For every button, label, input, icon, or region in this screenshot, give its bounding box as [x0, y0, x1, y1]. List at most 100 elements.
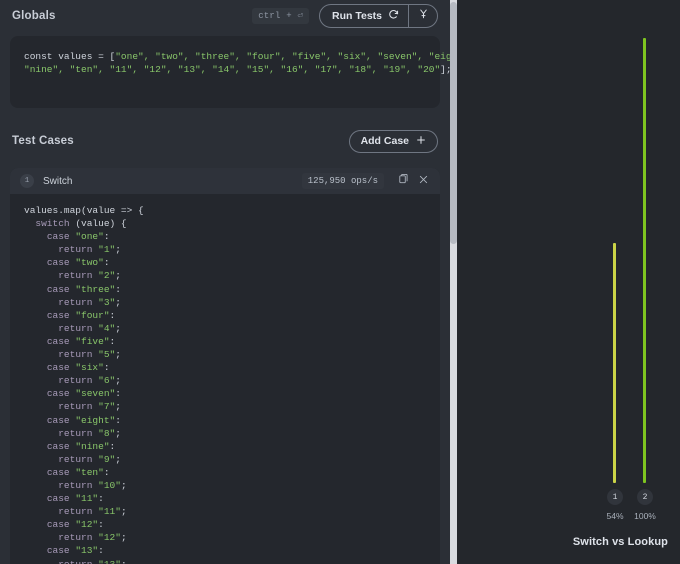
- code-token: :: [115, 388, 121, 400]
- add-case-button[interactable]: Add Case: [348, 129, 438, 153]
- code-token: return: [58, 479, 93, 491]
- code-token: "13": [75, 545, 99, 557]
- code-token: "2": [98, 270, 116, 282]
- test-case-name[interactable]: Switch: [43, 176, 72, 187]
- globals-code[interactable]: const values = ["one", "two", "three", "…: [24, 50, 450, 76]
- benchmark-app: Globals ctrl + ⏎ Run Tests const values …: [0, 0, 680, 564]
- code-token: return: [58, 506, 93, 518]
- code-token: "11": [98, 506, 121, 518]
- code-token: return: [58, 453, 93, 465]
- run-tests-group: Run Tests: [319, 4, 438, 28]
- editor-pane: Globals ctrl + ⏎ Run Tests const values …: [0, 0, 450, 564]
- code-token: :: [103, 466, 110, 478]
- code-token: case: [46, 388, 70, 400]
- code-token: return: [58, 427, 93, 439]
- branch-menu-button[interactable]: [409, 5, 437, 27]
- test-case-code-area[interactable]: values.map(value => { switch (value) { c…: [10, 194, 440, 564]
- delete-test-case-button[interactable]: [414, 172, 432, 190]
- add-case-label: Add Case: [360, 135, 409, 147]
- code-token: case: [46, 440, 70, 452]
- code-token: "1": [98, 244, 116, 256]
- close-icon: [418, 172, 429, 190]
- code-token: ;: [120, 479, 127, 491]
- run-tests-button[interactable]: Run Tests: [320, 5, 408, 27]
- copy-icon: [398, 172, 409, 190]
- code-token: return: [58, 532, 93, 544]
- code-token: "8": [98, 427, 116, 439]
- chart-bar[interactable]: [643, 38, 646, 483]
- code-token: return: [58, 322, 93, 334]
- globals-code-card[interactable]: const values = ["one", "two", "three", "…: [10, 36, 450, 108]
- results-pane: Switch vs Lookup 1 54% 2 100%: [450, 0, 680, 564]
- code-token: "13": [98, 559, 121, 564]
- copy-test-case-button[interactable]: [394, 172, 412, 190]
- code-token: "11": [75, 493, 99, 505]
- code-token: ;: [115, 244, 121, 256]
- code-token: ;: [115, 270, 121, 282]
- code-token: :: [103, 257, 110, 269]
- code-token: :: [98, 493, 104, 505]
- code-token: "5": [98, 349, 116, 361]
- code-token: case: [46, 493, 70, 505]
- code-token: "four": [75, 309, 110, 321]
- test-cases-title: Test Cases: [12, 135, 74, 147]
- test-case-toolbar: 1 Switch 125,950 ops/s: [10, 168, 440, 194]
- code-token: "3": [98, 296, 116, 308]
- page-scrollbar-track[interactable]: [450, 0, 457, 564]
- code-token: ;: [115, 296, 121, 308]
- code-token: return: [58, 559, 92, 564]
- code-token: :: [98, 545, 104, 557]
- run-shortcut-hint: ctrl + ⏎: [252, 8, 310, 24]
- code-token: ;: [120, 532, 127, 544]
- code-token: switch: [35, 218, 70, 230]
- code-token: ;: [115, 453, 121, 465]
- globals-title: Globals: [12, 10, 56, 22]
- code-token: ;: [115, 427, 121, 439]
- code-token: ;: [115, 375, 121, 387]
- code-token: "one", "two", "three", "four", "five", "…: [115, 51, 450, 62]
- chart-bar[interactable]: [613, 242, 616, 483]
- code-token: ;: [115, 401, 121, 413]
- code-token: case: [46, 335, 70, 347]
- code-token: case: [46, 231, 70, 243]
- test-case-ops-badge: 125,950 ops/s: [301, 173, 384, 189]
- chart-bar-percent-label: 100%: [634, 511, 656, 521]
- chart-bar-index-label: 1: [607, 489, 623, 505]
- code-token: "nine", "ten", "11", "12", "13", "14", "…: [24, 64, 441, 76]
- code-token: :: [103, 231, 110, 243]
- code-token: :: [109, 335, 116, 347]
- code-token: "7": [98, 401, 116, 413]
- code-token: return: [58, 375, 93, 387]
- code-token: :: [109, 440, 116, 452]
- code-token: "nine": [75, 440, 110, 452]
- run-tests-label: Run Tests: [332, 10, 382, 22]
- test-case-code[interactable]: values.map(value => { switch (value) { c…: [24, 204, 426, 564]
- code-token: "4": [98, 322, 116, 334]
- code-token: "three": [75, 283, 116, 295]
- code-token: "one": [75, 231, 104, 243]
- page-scrollbar-thumb[interactable]: [450, 2, 457, 244]
- code-token: case: [46, 257, 70, 269]
- code-token: (value) {: [69, 218, 127, 230]
- chart-title: Switch vs Lookup: [572, 536, 668, 548]
- code-token: "10": [98, 479, 121, 491]
- code-token: ;: [115, 349, 121, 361]
